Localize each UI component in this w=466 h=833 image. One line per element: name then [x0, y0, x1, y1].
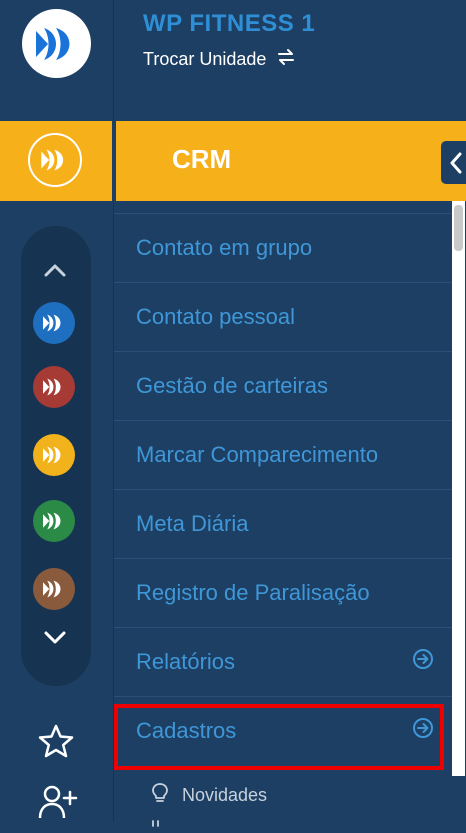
divider	[112, 121, 116, 201]
menu-item-label: Contato pessoal	[136, 304, 295, 329]
partial-icon	[150, 815, 170, 827]
menu-item-label: Cadastros	[136, 718, 237, 743]
unit-name: WP FITNESS 1	[143, 10, 316, 37]
arrow-right-circle-icon	[412, 717, 434, 745]
pacto-logo-icon	[35, 27, 69, 60]
menu-item-cadastros[interactable]: Cadastros	[114, 696, 452, 765]
active-module-title: CRM	[172, 144, 232, 174]
favorites-star-icon[interactable]	[38, 724, 74, 763]
crm-module-icon[interactable]	[28, 133, 82, 187]
menu-item-marcar-comparecimento[interactable]: Marcar Comparecimento	[114, 420, 452, 489]
menu-item-label: Marcar Comparecimento	[136, 442, 379, 467]
collapse-menu-button[interactable]	[441, 141, 466, 184]
pacto-logo-icon	[43, 314, 61, 332]
swap-icon	[276, 48, 296, 71]
module-button-1[interactable]	[33, 302, 75, 344]
menu-item-label: Registro de Paralisação	[136, 580, 370, 605]
switch-unit-label: Trocar Unidade	[143, 49, 267, 69]
menu-item-registro-de-paralisacao[interactable]: Registro de Paralisação	[114, 558, 452, 627]
module-button-4[interactable]	[33, 500, 75, 542]
module-button-3[interactable]	[33, 434, 75, 476]
scrollbar-thumb[interactable]	[454, 205, 463, 251]
crm-menu: Contato em grupo Contato pessoal Gestão …	[114, 213, 452, 765]
menu-item-meta-diaria[interactable]: Meta Diária	[114, 489, 452, 558]
menu-item-label: Contato em grupo	[136, 235, 313, 260]
chevron-up-icon[interactable]	[43, 262, 67, 283]
chevron-left-icon	[450, 152, 462, 173]
module-button-5[interactable]	[33, 568, 75, 610]
menu-scrollbar[interactable]	[452, 201, 465, 776]
chevron-down-icon[interactable]	[43, 630, 67, 651]
menu-item-label: Gestão de carteiras	[136, 373, 328, 398]
menu-item-gestao-de-carteiras[interactable]: Gestão de carteiras	[114, 351, 452, 420]
pacto-logo-icon	[43, 512, 61, 530]
menu-item-label: Meta Diária	[136, 511, 249, 536]
pacto-logo-icon	[43, 378, 61, 396]
menu-item-contato-em-grupo[interactable]: Contato em grupo	[114, 213, 452, 282]
novidades-label: Novidades	[182, 785, 268, 805]
module-button-2[interactable]	[33, 366, 75, 408]
lightbulb-icon	[150, 782, 170, 809]
pacto-logo-icon	[41, 149, 64, 171]
menu-item-relatorios[interactable]: Relatórios	[114, 627, 452, 696]
switch-unit-link[interactable]: Trocar Unidade	[143, 48, 296, 71]
pacto-logo[interactable]	[22, 9, 91, 78]
pacto-logo-icon	[43, 446, 61, 464]
menu-item-contato-pessoal[interactable]: Contato pessoal	[114, 282, 452, 351]
menu-item-label: Relatórios	[136, 649, 236, 674]
add-user-icon[interactable]	[38, 784, 78, 825]
novidades-link[interactable]: Novidades	[150, 782, 267, 809]
arrow-right-circle-icon	[412, 648, 434, 676]
pacto-logo-icon	[43, 580, 61, 598]
